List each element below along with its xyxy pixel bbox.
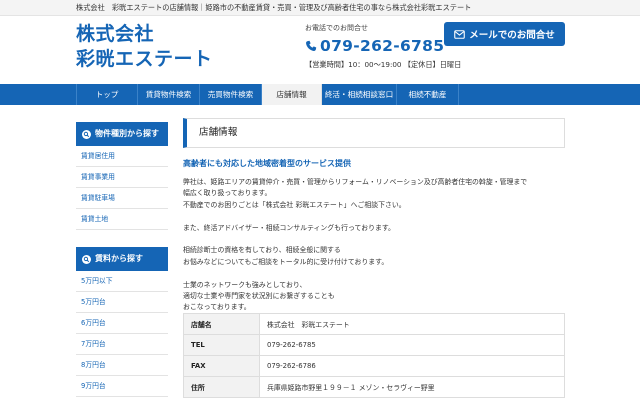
property-type-heading: 物件種別から探す [76,122,168,146]
sidebar-property-types: 物件種別から探す 賃貸居住用 賃貸事業用 賃貸駐車場 賃貸土地 [76,122,168,230]
sidebar-item-rent-residential[interactable]: 賃貸居住用 [76,146,168,167]
phone-icon [306,40,317,51]
top-tagline: 株式会社 彩晄エステートの店舗情報｜姫路市の不動産賃貸・売買・管理及び高齢者住宅… [76,3,472,12]
intro-spacer [183,268,565,279]
nav-inheritance-property[interactable]: 相続不動産 [397,84,459,105]
intro-line: また、終活アドバイザー・相続コンサルティングも行っております。 [183,223,395,232]
phone-row[interactable]: 079-262-6785 [305,37,444,55]
intro-spacer [183,234,565,245]
address-value: 兵庫県姫路市野里１９９－１ メゾン・セラヴィー野里 [259,376,565,398]
intro-line: お悩みなどについてもご相談をトータル的に受け付けております。 [183,257,389,266]
main-content: 店舗情報 高齢者にも対応した地域密着型のサービス提供 弊社は、姫路エリアの賃貸仲… [183,118,565,314]
table-row: TEL 079-262-6785 [183,334,565,356]
address-label: 住所 [183,376,260,398]
property-type-heading-label: 物件種別から探す [95,129,159,138]
phone-contact: お電話でのお問合せ 079-262-6785 [305,23,444,55]
search-icon [82,129,91,139]
nav-sale-search[interactable]: 売買物件検索 [200,84,262,105]
sidebar-item-rent-8[interactable]: 8万円台 [76,355,168,376]
mail-icon [454,29,466,39]
store-name-value: 株式会社 彩晄エステート [259,313,565,335]
mail-inquiry-button[interactable]: メールでのお問合せ [444,22,565,46]
table-row: 店舗名 株式会社 彩晄エステート [183,313,565,335]
sidebar-item-rent-6[interactable]: 6万円台 [76,313,168,334]
tel-value: 079-262-6785 [259,334,565,356]
table-row: FAX 079-262-6786 [183,355,565,377]
rent-heading-label: 賃料から探す [95,254,143,263]
nav-rent-search[interactable]: 賃貸物件検索 [138,84,200,105]
sidebar-item-rent-parking[interactable]: 賃貸駐車場 [76,188,168,209]
search-icon [82,254,91,264]
mail-button-label: メールでのお問合せ [469,30,555,41]
section-subheading: 高齢者にも対応した地域密着型のサービス提供 [183,159,351,168]
intro-text: 弊社は、姫路エリアの賃貸仲介・売買・管理からリフォーム・リノベーション及び高齢者… [183,177,565,314]
nav-store-info[interactable]: 店舗情報 [262,84,322,105]
sidebar-item-rent-5[interactable]: 5万円台 [76,292,168,313]
sidebar-item-rent-under-5[interactable]: 5万円以下 [76,271,168,292]
intro-line: 幅広く取り扱っております。 [183,189,272,198]
intro-line: 相続診断士の資格を有しており、相続全般に関する [183,246,341,255]
phone-caption: お電話でのお問合せ [305,24,368,32]
table-row: 住所 兵庫県姫路市野里１９９－１ メゾン・セラヴィー野里 [183,376,565,398]
store-info-table: 店舗名 株式会社 彩晄エステート TEL 079-262-6785 FAX 07… [183,313,565,398]
intro-line: 弊社は、姫路エリアの賃貸仲介・売買・管理からリフォーム・リノベーション及び高齢者… [183,178,528,186]
company-logo[interactable]: 株式会社 彩晄エステート [76,22,213,72]
logo-line-1: 株式会社 [76,23,155,45]
store-name-label: 店舗名 [183,313,260,335]
intro-line: 士業のネットワークも強みとしており、 [183,280,307,289]
intro-line: 不動産でのお困りごとは「株式会社 彩晄エステート」へご相談下さい。 [183,200,406,209]
tel-label: TEL [183,334,260,356]
sidebar-item-rent-7[interactable]: 7万円台 [76,334,168,355]
page-title: 店舗情報 [183,118,565,148]
nav-inheritance-consult[interactable]: 終活・相続相談窓口 [322,84,397,105]
sidebar-rent-range: 賃料から探す 5万円以下 5万円台 6万円台 7万円台 8万円台 9万円台 [76,247,168,397]
logo-line-2: 彩晄エステート [76,48,213,70]
sidebar-item-rent-9[interactable]: 9万円台 [76,376,168,397]
fax-value: 079-262-6786 [259,355,565,377]
intro-spacer [183,211,565,222]
rent-heading: 賃料から探す [76,247,168,271]
main-nav: トップ 賃貸物件検索 売買物件検索 店舗情報 終活・相続相談窓口 相続不動産 [0,84,640,105]
intro-line: 適切な士業や専門家を状況別にお繋ぎすることも [183,292,335,301]
phone-number[interactable]: 079-262-6785 [320,37,444,55]
fax-label: FAX [183,355,260,377]
nav-top[interactable]: トップ [76,84,138,105]
sidebar-item-rent-land[interactable]: 賃貸土地 [76,209,168,230]
sidebar-item-rent-business[interactable]: 賃貸事業用 [76,167,168,188]
top-tagline-bar: 株式会社 彩晄エステートの店舗情報｜姫路市の不動産賃貸・売買・管理及び高齢者住宅… [0,0,640,16]
business-hours: 【営業時間】10：00〜19:00 【定休日】日曜日 [305,60,462,69]
